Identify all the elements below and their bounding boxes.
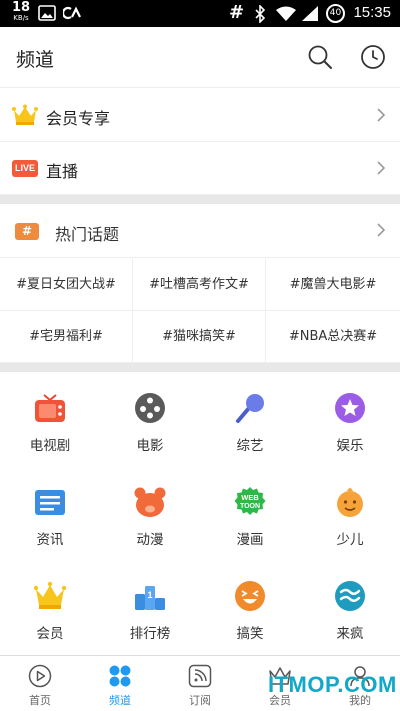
app-logo-icon bbox=[63, 6, 81, 20]
vip-exclusive-label: 会员专享 bbox=[46, 109, 111, 128]
hot-topics-row[interactable]: # 热门话题 bbox=[0, 204, 400, 258]
wifi-icon bbox=[276, 6, 296, 21]
topic-item[interactable]: #吐槽高考作文# bbox=[133, 259, 266, 311]
live-row[interactable]: LIVE 直播 bbox=[0, 142, 400, 195]
channel-movie[interactable]: 电影 bbox=[100, 372, 200, 466]
news-icon bbox=[35, 490, 65, 515]
nav-subscribe[interactable]: 订阅 bbox=[160, 656, 240, 711]
nav-label: 首页 bbox=[29, 694, 51, 707]
chevron-right-icon bbox=[377, 108, 386, 122]
grid-dots-icon bbox=[109, 665, 131, 687]
channel-label: 电影 bbox=[136, 438, 164, 454]
podium-number: 1 bbox=[147, 590, 152, 600]
channel-news[interactable]: 资讯 bbox=[0, 466, 100, 560]
channel-label: 搞笑 bbox=[236, 626, 264, 642]
network-speed: 18 KB/s bbox=[10, 1, 32, 22]
channel-entertainment[interactable]: 娱乐 bbox=[300, 372, 400, 466]
live-badge: LIVE bbox=[12, 160, 38, 177]
bear-icon bbox=[134, 487, 166, 517]
channel-label: 综艺 bbox=[236, 438, 264, 454]
channel-grid: 电视剧 电影 综艺 娱乐 资讯 动漫 WEB TOON 漫画 少儿 会员 1 排… bbox=[0, 372, 400, 655]
channel-anime[interactable]: 动漫 bbox=[100, 466, 200, 560]
channel-ranking[interactable]: 1 排行榜 bbox=[100, 560, 200, 654]
laifeng-icon bbox=[335, 581, 365, 611]
channel-label: 娱乐 bbox=[336, 438, 364, 454]
channel-label: 资讯 bbox=[36, 532, 64, 548]
webtoon-text-toon: TOON bbox=[240, 503, 260, 510]
channel-label: 少儿 bbox=[336, 532, 364, 548]
podium-icon: 1 bbox=[135, 586, 165, 610]
channel-funny[interactable]: 搞笑 bbox=[200, 560, 300, 654]
channel-tv-drama[interactable]: 电视剧 bbox=[0, 372, 100, 466]
history-clock-icon[interactable] bbox=[359, 43, 387, 71]
section-divider bbox=[0, 363, 400, 372]
topic-item[interactable]: #宅男福利# bbox=[0, 311, 133, 363]
nav-home[interactable]: 首页 bbox=[0, 656, 80, 711]
channel-comics[interactable]: WEB TOON 漫画 bbox=[200, 466, 300, 560]
channel-label: 漫画 bbox=[236, 532, 264, 548]
nav-label: 订阅 bbox=[189, 694, 211, 707]
page-title: 频道 bbox=[16, 49, 55, 71]
nav-channels[interactable]: 频道 bbox=[80, 656, 160, 711]
clock: 15:35 bbox=[353, 4, 391, 21]
webtoon-icon: WEB TOON bbox=[234, 487, 266, 515]
battery-indicator: 40 bbox=[326, 4, 345, 23]
channel-label: 会员 bbox=[36, 626, 64, 642]
network-speed-value: 18 bbox=[11, 0, 31, 15]
hot-topics-grid: #夏日女团大战# #吐槽高考作文# #魔兽大电影# #宅男福利# #猫咪搞笑# … bbox=[0, 259, 400, 363]
tv-icon bbox=[35, 394, 65, 422]
channel-label: 排行榜 bbox=[129, 626, 171, 642]
rss-icon bbox=[188, 664, 212, 688]
nav-label: 频道 bbox=[109, 694, 131, 707]
film-reel-icon bbox=[135, 393, 165, 423]
microphone-icon bbox=[236, 394, 264, 423]
channel-kids[interactable]: 少儿 bbox=[300, 466, 400, 560]
webtoon-text-web: WEB bbox=[241, 493, 259, 502]
chevron-right-icon bbox=[377, 223, 386, 237]
star-icon bbox=[335, 393, 365, 423]
live-label: 直播 bbox=[46, 162, 79, 181]
kid-icon bbox=[337, 488, 363, 517]
channel-vip[interactable]: 会员 bbox=[0, 560, 100, 654]
play-circle-icon bbox=[28, 664, 52, 688]
topic-item[interactable]: #魔兽大电影# bbox=[266, 259, 400, 311]
channel-variety[interactable]: 综艺 bbox=[200, 372, 300, 466]
channel-label: 动漫 bbox=[136, 532, 164, 548]
vip-exclusive-row[interactable]: 会员专享 bbox=[0, 89, 400, 142]
search-icon[interactable] bbox=[306, 43, 334, 71]
network-speed-unit: KB/s bbox=[13, 14, 29, 22]
signal-icon bbox=[302, 6, 318, 21]
status-bar: 18 KB/s # 40 15:35 bbox=[0, 0, 400, 27]
crown-icon bbox=[12, 104, 38, 125]
page-header: 频道 bbox=[0, 27, 400, 88]
hashtag-status-icon: # bbox=[229, 2, 245, 23]
hot-topics-label: 热门话题 bbox=[55, 225, 120, 244]
battery-level: 40 bbox=[329, 8, 342, 18]
laugh-icon bbox=[235, 581, 265, 611]
chevron-right-icon bbox=[377, 161, 386, 175]
bluetooth-icon bbox=[255, 5, 266, 23]
topic-item[interactable]: #NBA总决赛# bbox=[266, 311, 400, 363]
topic-item[interactable]: #猫咪搞笑# bbox=[133, 311, 266, 363]
channel-label: 来疯 bbox=[336, 626, 364, 642]
hashtag-badge: # bbox=[15, 223, 39, 240]
section-divider bbox=[0, 195, 400, 204]
topic-item[interactable]: #夏日女团大战# bbox=[0, 259, 133, 311]
channel-label: 电视剧 bbox=[29, 438, 71, 454]
crown-icon bbox=[34, 581, 66, 609]
channel-laifeng[interactable]: 来疯 bbox=[300, 560, 400, 654]
watermark: ITMOP.COM bbox=[268, 672, 397, 697]
gallery-icon bbox=[38, 5, 56, 21]
